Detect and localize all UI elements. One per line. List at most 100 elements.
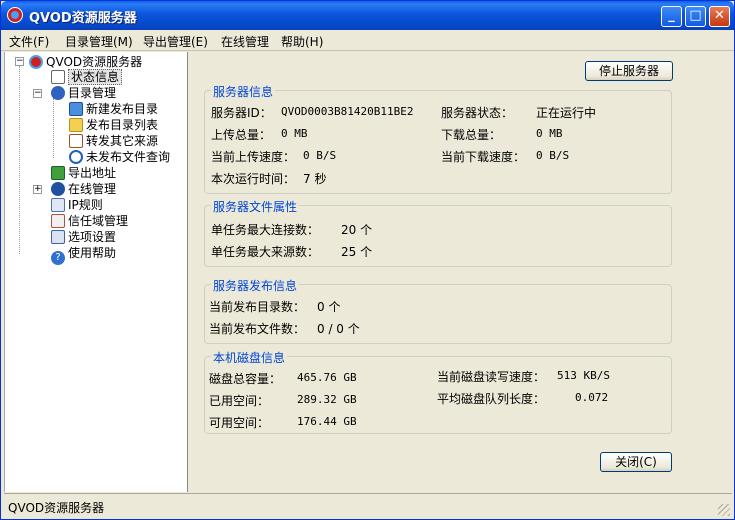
tree-line (19, 66, 20, 254)
server-info-group: 服务器信息 服务器ID： QVOD0003B81420B11BE2 服务器状态：… (204, 83, 672, 194)
download-speed-value: 0 B/S (536, 149, 570, 162)
title-bar[interactable]: QVOD资源服务器 _ □ ✕ (1, 1, 734, 30)
tree-item-unpublished-query[interactable]: 未发布文件查询 (69, 149, 170, 165)
maximize-button[interactable]: □ (685, 6, 706, 27)
group-title: 服务器信息 (211, 83, 276, 100)
disk-free-label: 可用空间： (209, 416, 270, 430)
server-status-label: 服务器状态： (441, 106, 514, 120)
tree-item-directory[interactable]: 目录管理 (51, 85, 116, 101)
disk-free-value: 176.44 GB (297, 415, 357, 428)
disk-rw-value: 513 KB/S (557, 369, 610, 382)
publish-info-group: 服务器发布信息 当前发布目录数： 0 个 当前发布文件数： 0 / 0 个 (204, 277, 672, 344)
download-speed-label: 当前下载速度： (441, 150, 526, 164)
globe-icon (51, 86, 65, 100)
tree-item-label: IP规则 (68, 198, 103, 212)
forward-icon (69, 134, 83, 148)
collapse-directory-icon[interactable]: − (33, 89, 42, 98)
network-icon (51, 182, 65, 196)
ip-icon (51, 198, 65, 212)
menu-online[interactable]: 在线管理 (221, 33, 269, 50)
app-icon[interactable] (7, 7, 23, 23)
help-icon: ? (51, 251, 65, 265)
menu-help[interactable]: 帮助(H) (281, 33, 323, 50)
tree-root-label: QVOD资源服务器 (46, 55, 143, 69)
tree-item-label: 未发布文件查询 (86, 150, 171, 164)
add-folder-icon (69, 102, 83, 116)
group-title: 本机磁盘信息 (211, 349, 288, 366)
runtime-label: 本次运行时间： (211, 172, 296, 186)
publish-files-label: 当前发布文件数： (209, 322, 306, 336)
tree-item-label: 目录管理 (68, 86, 117, 100)
publish-dirs-label: 当前发布目录数： (209, 300, 306, 314)
disk-queue-value: 0.072 (575, 391, 609, 404)
tree-item-publish-dir-list[interactable]: 发布目录列表 (69, 117, 158, 133)
resize-grip-icon[interactable] (718, 504, 730, 516)
runtime-value: 7 秒 (303, 172, 327, 186)
navigation-tree: − QVOD资源服务器 状态信息 − 目录管理 新建发布目录 发布目录列表 转发… (4, 52, 188, 492)
minimize-button[interactable]: _ (661, 6, 682, 27)
max-sources-value: 25 个 (341, 245, 373, 259)
server-status-value: 正在运行中 (536, 106, 597, 120)
disk-total-label: 磁盘总容量： (209, 372, 282, 386)
close-window-button[interactable]: ✕ (709, 6, 730, 27)
upload-speed-value: 0 B/S (303, 149, 337, 162)
upload-total-value: 0 MB (281, 127, 308, 140)
search-icon (69, 150, 83, 164)
export-icon (51, 166, 65, 180)
disk-total-value: 465.76 GB (297, 371, 357, 384)
download-total-value: 0 MB (536, 127, 563, 140)
tree-root[interactable]: QVOD资源服务器 (29, 54, 142, 70)
disk-used-label: 已用空间： (209, 394, 270, 408)
upload-speed-label: 当前上传速度： (211, 150, 296, 164)
expand-online-icon[interactable]: + (33, 185, 42, 194)
tree-item-label: 发布目录列表 (86, 118, 159, 132)
max-connections-value: 20 个 (341, 223, 373, 237)
disk-used-value: 289.32 GB (297, 393, 357, 406)
disk-queue-label: 平均磁盘队列长度： (437, 392, 546, 406)
window-title: QVOD资源服务器 (29, 11, 137, 26)
settings-icon (51, 230, 65, 244)
folder-icon (69, 118, 83, 132)
publish-dirs-value: 0 个 (317, 300, 341, 314)
qvod-icon (29, 55, 43, 69)
group-title: 服务器发布信息 (211, 277, 300, 294)
stop-server-button[interactable]: 停止服务器 (585, 61, 673, 81)
menu-file[interactable]: 文件(F) (9, 33, 49, 50)
menu-bar: 文件(F) 目录管理(M) 导出管理(E) 在线管理 帮助(H) (1, 30, 734, 51)
app-window: QVOD资源服务器 _ □ ✕ 文件(F) 目录管理(M) 导出管理(E) 在线… (0, 0, 735, 520)
tree-item-forward-source[interactable]: 转发其它来源 (69, 133, 158, 149)
upload-total-label: 上传总量： (211, 128, 272, 142)
tree-item-label: 选项设置 (68, 230, 117, 244)
tree-item-new-publish-dir[interactable]: 新建发布目录 (69, 101, 158, 117)
file-props-group: 服务器文件属性 单任务最大连接数： 20 个 单任务最大来源数： 25 个 (204, 198, 672, 267)
document-icon (51, 70, 65, 84)
server-id-value: QVOD0003B81420B11BE2 (281, 105, 414, 118)
tree-item-label: 导出地址 (68, 166, 117, 180)
menu-directory[interactable]: 目录管理(M) (65, 33, 133, 50)
close-button[interactable]: 关闭(C) (600, 452, 672, 472)
tree-item-trust-domain[interactable]: 信任域管理 (51, 213, 128, 229)
tree-item-help[interactable]: ? 使用帮助 (51, 245, 117, 265)
tree-item-ip-rules[interactable]: IP规则 (51, 197, 103, 213)
collapse-root-icon[interactable]: − (15, 57, 24, 66)
tree-item-label: 使用帮助 (68, 246, 117, 260)
status-bar: QVOD资源服务器 (4, 493, 732, 518)
status-bar-text: QVOD资源服务器 (8, 501, 105, 515)
tree-item-online[interactable]: 在线管理 (51, 181, 116, 197)
menu-export[interactable]: 导出管理(E) (143, 33, 208, 50)
home-icon (51, 214, 65, 228)
disk-rw-label: 当前磁盘读写速度： (437, 370, 546, 384)
group-title: 服务器文件属性 (211, 198, 300, 215)
tree-item-label: 新建发布目录 (86, 102, 159, 116)
download-total-label: 下载总量： (441, 128, 502, 142)
tree-item-label: 在线管理 (68, 182, 117, 196)
tree-item-options[interactable]: 选项设置 (51, 229, 116, 245)
tree-item-export-address[interactable]: 导出地址 (51, 165, 116, 181)
tree-item-label: 状态信息 (68, 69, 123, 85)
publish-files-value: 0 / 0 个 (317, 322, 360, 336)
disk-info-group: 本机磁盘信息 磁盘总容量： 465.76 GB 当前磁盘读写速度： 513 KB… (204, 349, 672, 434)
tree-item-status[interactable]: 状态信息 (51, 69, 123, 85)
tree-item-label: 转发其它来源 (86, 134, 159, 148)
max-sources-label: 单任务最大来源数： (211, 245, 320, 259)
tree-line (53, 98, 54, 158)
